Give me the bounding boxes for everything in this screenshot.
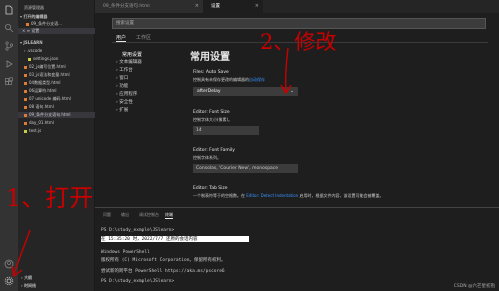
annotation-overlay xyxy=(11,47,292,278)
annotation-open: 1、打开 xyxy=(6,184,94,212)
annotation-modify: 2、修改 xyxy=(260,30,337,54)
annotation-arrow-bottom xyxy=(13,229,31,276)
watermark: CSDN @六芒星初抱 xyxy=(453,284,495,289)
